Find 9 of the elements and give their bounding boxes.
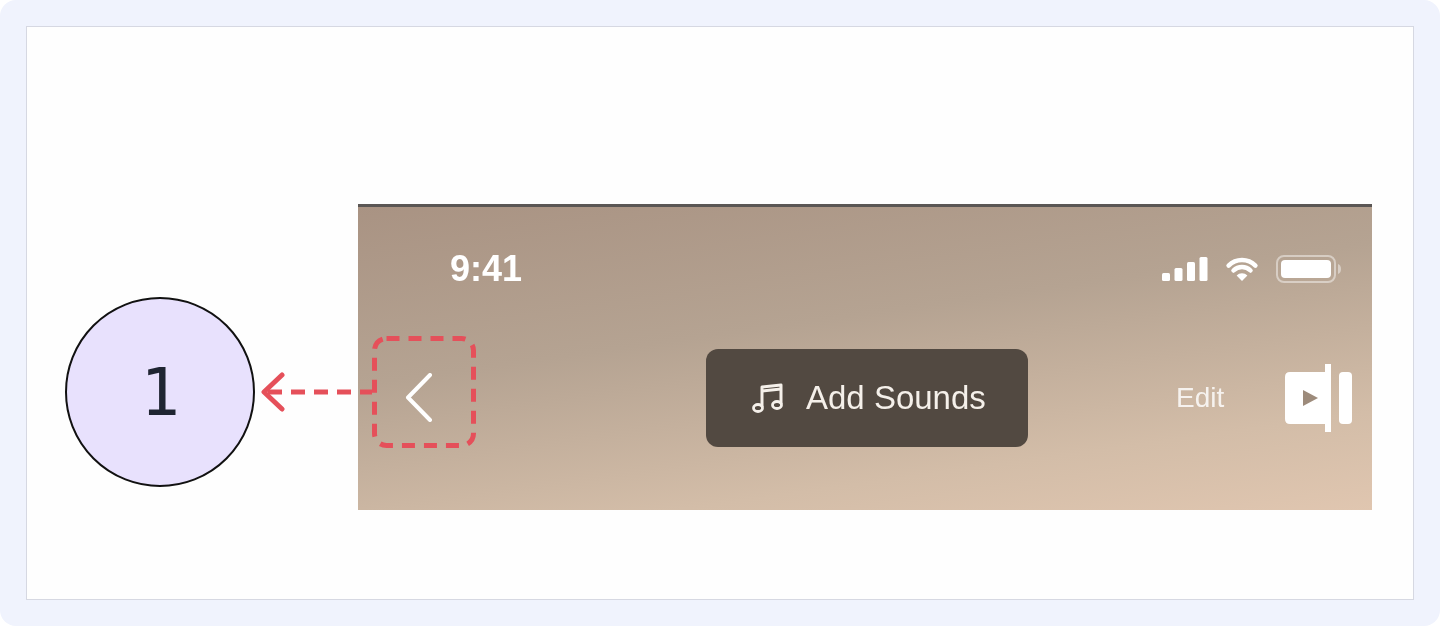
- signal-icon: [1162, 257, 1208, 281]
- chevron-left-icon: [405, 373, 433, 422]
- battery-icon: [1276, 255, 1342, 283]
- callout-number: 1: [65, 297, 255, 487]
- music-note-icon: [752, 383, 784, 413]
- add-sounds-button[interactable]: Add Sounds: [706, 349, 1028, 447]
- play-panel-icon[interactable]: [1284, 364, 1353, 432]
- back-button[interactable]: [405, 373, 433, 422]
- status-time: 9:41: [450, 251, 523, 287]
